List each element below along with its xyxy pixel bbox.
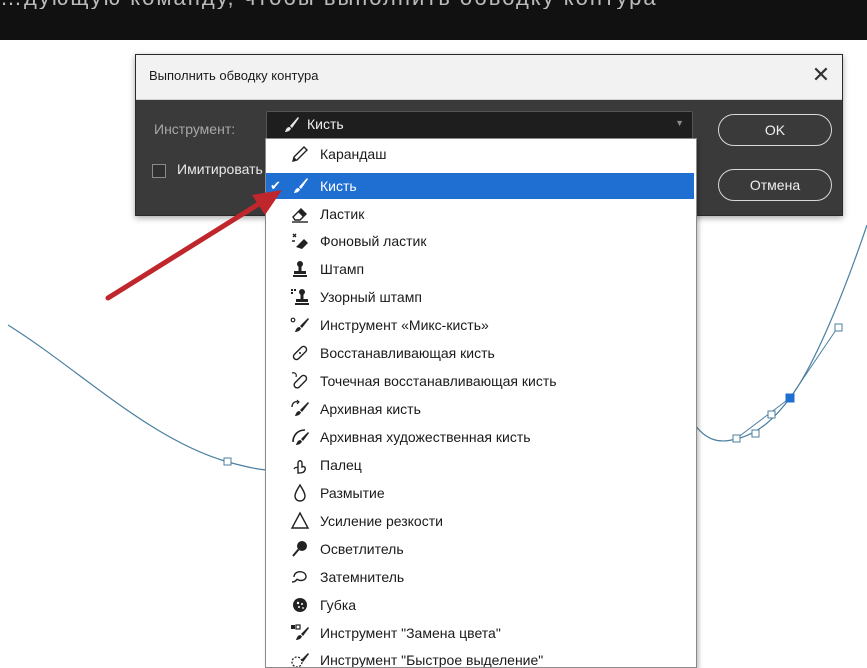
spot-healing-brush-icon (291, 372, 308, 389)
checkmark-icon: ✔ (270, 178, 281, 193)
work-path-right (694, 224, 867, 442)
path-anchor[interactable] (751, 429, 760, 438)
burn-icon (291, 571, 307, 583)
list-item-label: Фоновый ластик (320, 233, 427, 249)
cancel-button[interactable]: Отмена (718, 169, 832, 201)
list-item-label: Узорный штамп (320, 289, 422, 305)
list-item-color-replacement[interactable]: Инструмент "Замена цвета" (266, 620, 694, 646)
list-item-label: Ластик (320, 206, 365, 222)
list-item-label: Инструмент «Микс-кисть» (320, 317, 489, 333)
pencil-icon (292, 146, 308, 162)
list-item-label: Карандаш (320, 146, 387, 162)
list-item-sponge[interactable]: Губка (266, 592, 694, 618)
tool-label: Инструмент: (154, 121, 236, 137)
list-item-label: Размытие (320, 485, 385, 501)
tool-select[interactable]: Кисть ▼ (266, 111, 693, 139)
path-anchor[interactable] (767, 410, 776, 419)
close-icon[interactable]: ✕ (808, 63, 834, 89)
mixer-brush-icon (290, 317, 309, 332)
list-item-dodge[interactable]: Осветлитель (266, 536, 694, 562)
pattern-stamp-icon (291, 289, 309, 305)
list-item-label: Восстанавливающая кисть (320, 345, 495, 361)
color-replacement-icon (291, 624, 309, 640)
blur-icon (294, 483, 306, 502)
list-item-mixer-brush[interactable]: Инструмент «Микс-кисть» (266, 312, 694, 338)
list-item-brush[interactable]: ✔ Кисть (266, 173, 694, 199)
dialog-title: Выполнить обводку контура (149, 68, 319, 83)
path-anchor[interactable] (834, 323, 843, 332)
list-item-label: Затемнитель (320, 569, 405, 585)
list-item-label: Архивная художественная кисть (320, 429, 531, 445)
list-item-background-eraser[interactable]: Фоновый ластик (266, 228, 694, 254)
simulate-pressure-checkbox[interactable] (152, 164, 166, 178)
list-item-label: Кисть (320, 178, 357, 194)
list-item-healing-brush[interactable]: Восстанавливающая кисть (266, 340, 694, 366)
list-item-pencil[interactable]: Карандаш (266, 141, 694, 167)
healing-brush-icon (292, 345, 308, 361)
list-item-history-brush[interactable]: Архивная кисть (266, 396, 694, 422)
list-item-label: Штамп (320, 261, 365, 277)
list-item-blur[interactable]: Размытие (266, 480, 694, 506)
chevron-down-icon: ▼ (675, 118, 684, 128)
path-anchor-selected[interactable] (785, 393, 795, 403)
work-path-left (7, 324, 269, 471)
path-handle (789, 326, 839, 399)
path-anchor[interactable] (223, 457, 232, 466)
list-item-pattern-stamp[interactable]: Узорный штамп (266, 284, 694, 310)
dodge-icon (292, 541, 307, 557)
history-brush-icon (291, 399, 309, 416)
brush-icon (285, 117, 299, 132)
background-eraser-icon (292, 233, 308, 249)
stamp-icon (293, 261, 307, 277)
simulate-pressure-label: Имитировать нажим (177, 161, 265, 177)
sharpen-icon (290, 511, 310, 529)
list-item-label: Палец (320, 457, 362, 473)
sponge-icon (293, 598, 307, 612)
art-history-brush-icon (292, 429, 309, 445)
list-item-spot-healing-brush[interactable]: Точечная восстанавливающая кисть (266, 368, 694, 394)
list-item-label: Губка (320, 597, 357, 613)
list-item-smudge[interactable]: Палец (266, 452, 694, 478)
brush-icon (294, 178, 308, 193)
list-item-label: Архивная кисть (320, 401, 421, 417)
path-anchor[interactable] (732, 434, 741, 443)
list-item-label: Осветлитель (320, 541, 404, 557)
tool-select-value: Кисть (307, 116, 344, 132)
list-item-label: Усиление резкости (320, 513, 443, 529)
list-item-burn[interactable]: Затемнитель (266, 564, 694, 590)
eraser-icon (292, 208, 308, 223)
list-item-art-history-brush[interactable]: Архивная художественная кисть (266, 424, 694, 450)
list-item-eraser[interactable]: Ластик (266, 201, 694, 227)
path-handle (736, 397, 791, 439)
list-item-sharpen[interactable]: Усиление резкости (266, 508, 694, 534)
tool-dropdown-list: Карандаш ✔ Кисть Ластик Фоновый ластик Ш… (265, 138, 697, 668)
list-item-stamp[interactable]: Штамп (266, 256, 694, 282)
list-item-label: Точечная восстанавливающая кисть (320, 373, 557, 389)
list-item-label: Инструмент "Замена цвета" (320, 625, 501, 641)
quick-selection-icon (291, 653, 309, 667)
list-item-quick-selection[interactable]: Инструмент "Быстрое выделение" (266, 647, 694, 667)
smudge-icon (293, 460, 306, 474)
dialog-titlebar[interactable]: Выполнить обводку контура ✕ (136, 55, 842, 100)
ok-button[interactable]: OK (718, 114, 832, 146)
